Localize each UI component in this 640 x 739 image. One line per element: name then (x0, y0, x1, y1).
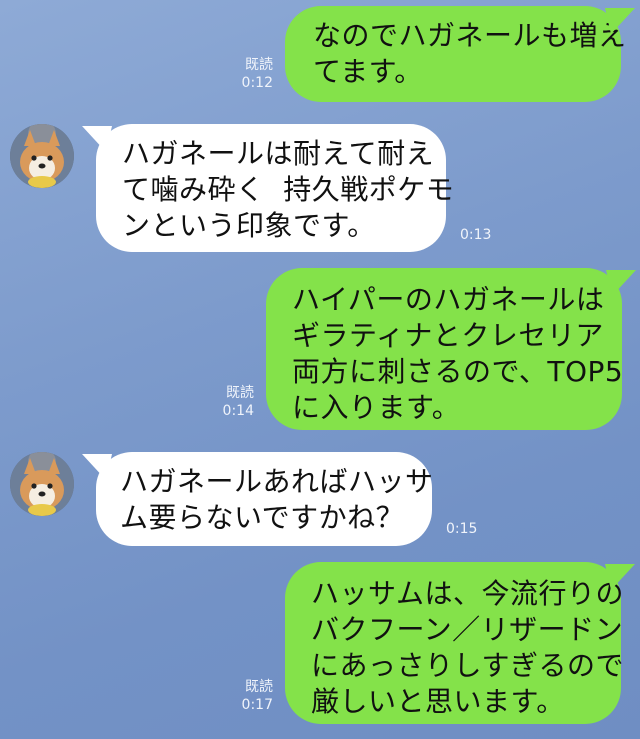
received-message-bubble[interactable]: ハガネールあればハッサ ム要らないですかね？ (96, 452, 433, 546)
received-message-bubble[interactable]: ハガネールは耐えて耐え て噛み砕く 持久戦ポケモ ンという印象です。 (96, 124, 454, 252)
message-meta: 既読 0:14 (223, 384, 254, 420)
timestamp: 0:12 (241, 75, 273, 91)
read-receipt: 既読 (245, 57, 273, 73)
sent-message-bubble[interactable]: ハッサムは、今流行りの バクフーン／リザードン にあっさりしすぎるので 厳しいと… (285, 562, 623, 724)
sent-message-bubble[interactable]: なのでハガネールも増え てます。 (285, 6, 626, 102)
message-meta: 0:13 (460, 226, 491, 244)
timestamp: 0:17 (241, 697, 273, 713)
contact-avatar[interactable] (10, 124, 74, 188)
timestamp: 0:15 (446, 521, 478, 537)
corgi-avatar-icon (10, 452, 74, 516)
corgi-avatar-icon (10, 124, 74, 188)
read-receipt: 既読 (226, 385, 254, 401)
sent-message-bubble[interactable]: ハイパーのハガネールは ギラティナとクレセリア 両方に刺さるので、TOP5 に入… (266, 268, 623, 430)
read-receipt: 既読 (245, 679, 273, 695)
timestamp: 0:13 (460, 227, 492, 243)
timestamp: 0:14 (222, 403, 254, 419)
chat-timeline[interactable]: 既読 0:12 なのでハガネールも増え てます。 ハガネールは耐えて耐え て噛み… (0, 0, 640, 739)
message-meta: 0:15 (446, 520, 477, 538)
message-meta: 既読 0:17 (242, 678, 273, 714)
message-meta: 既読 0:12 (242, 56, 273, 92)
contact-avatar[interactable] (10, 452, 74, 516)
